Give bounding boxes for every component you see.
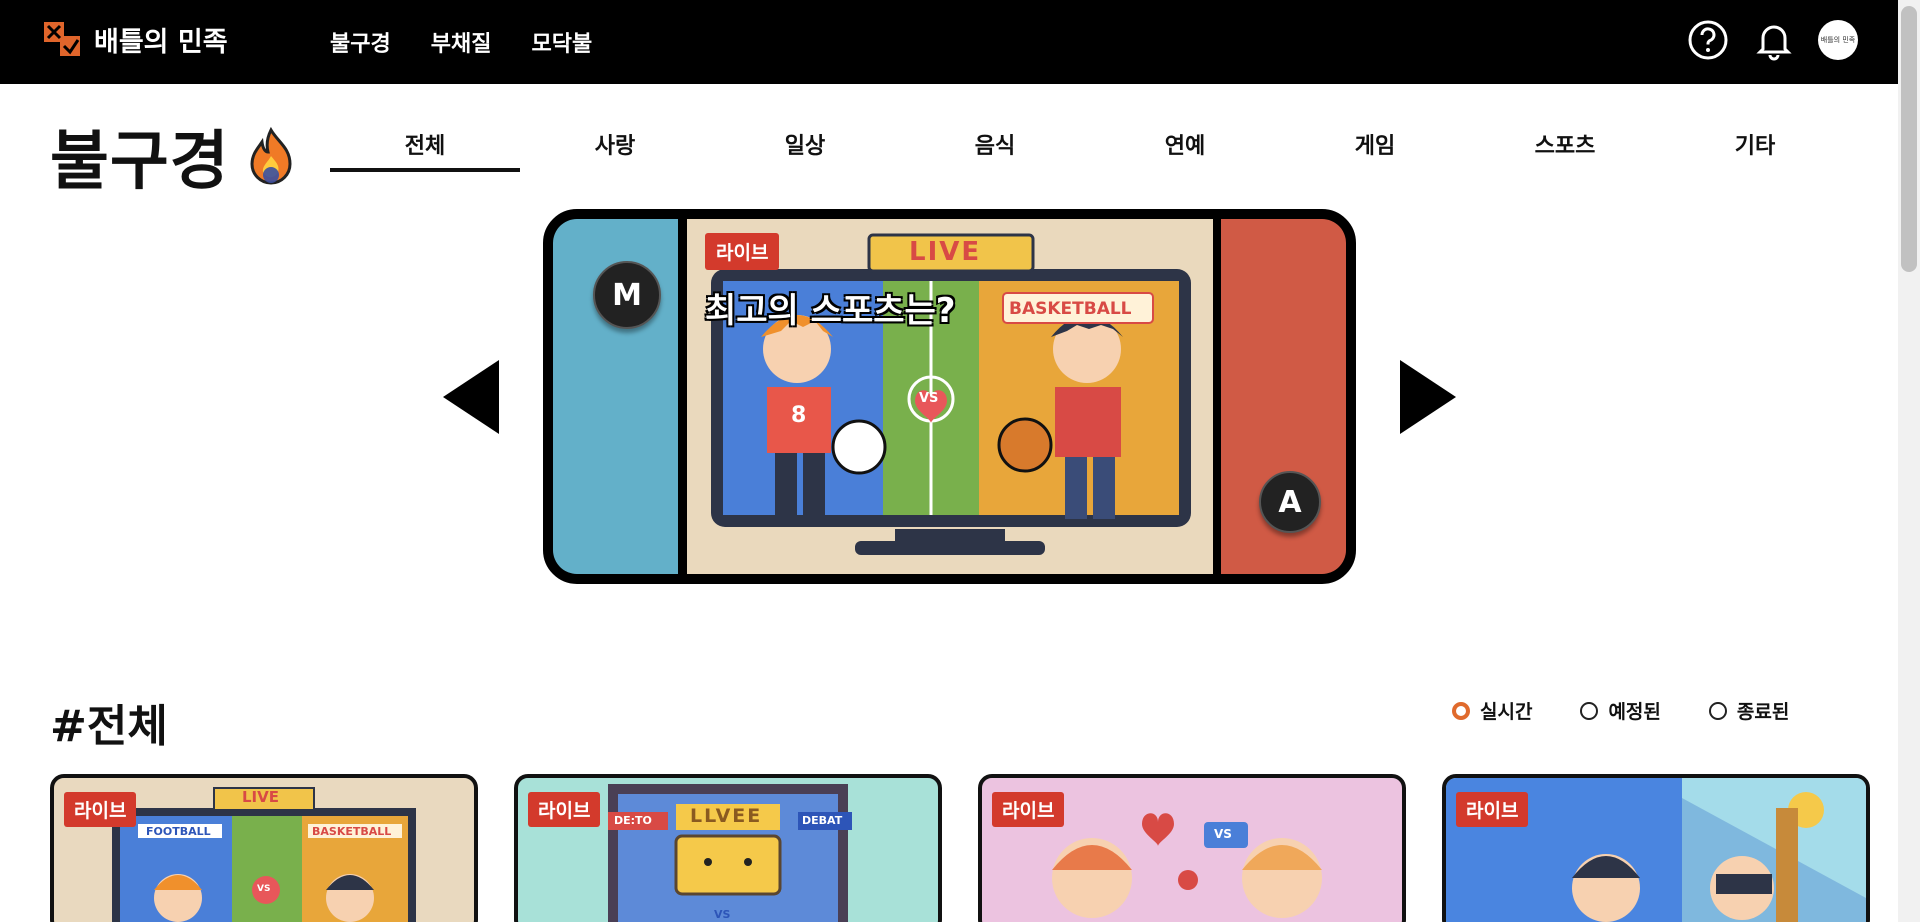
bell-icon[interactable]: [1752, 18, 1796, 62]
tab-love[interactable]: 사랑: [520, 116, 710, 172]
card-live-label: LIVE: [242, 788, 279, 806]
page-title: 불구경: [50, 110, 298, 202]
brand-logo-icon: [42, 18, 84, 60]
card-live-badge: 라이브: [528, 792, 601, 827]
battle-card[interactable]: VS 라이브: [978, 774, 1406, 922]
tab-daily[interactable]: 일상: [710, 116, 900, 172]
card-football-label: FOOTBALL: [146, 825, 211, 838]
tab-sports[interactable]: 스포츠: [1470, 116, 1660, 172]
filter-live[interactable]: 실시간: [1452, 697, 1532, 724]
nav-link-fan[interactable]: 부채질: [431, 26, 492, 58]
avatar[interactable]: 배틀의 민족: [1818, 20, 1858, 60]
battle-card-list: LIVE FOOTBALL BASKETBALL VS 라이브 LLVEE DE…: [50, 774, 1870, 922]
fire-icon: [244, 126, 298, 186]
card-live-badge: 라이브: [992, 792, 1065, 827]
tab-entertainment[interactable]: 연예: [1090, 116, 1280, 172]
filter-scheduled[interactable]: 예정된: [1580, 697, 1661, 724]
battle-card[interactable]: 라이브: [1442, 774, 1870, 922]
nav-link-watch[interactable]: 불구경: [330, 26, 391, 58]
top-nav-bar: 배틀의 민족 불구경 부채질 모닥불 배틀의 민족: [0, 0, 1898, 84]
page-title-text: 불구경: [50, 125, 230, 199]
card-deto-label: DE:TO: [614, 814, 652, 827]
battle-card[interactable]: LLVEE DE:TO DEBAT VS 라이브: [514, 774, 942, 922]
help-icon[interactable]: [1686, 18, 1730, 62]
filter-ended-label: 종료된: [1736, 701, 1790, 723]
card-llvee-label: LLVEE: [690, 805, 763, 827]
card-live-badge: 라이브: [1456, 792, 1529, 827]
radio-scheduled[interactable]: [1580, 701, 1599, 720]
vs-label: VS: [919, 391, 939, 406]
card-vs-label: VS: [1214, 827, 1232, 841]
vote-a-button[interactable]: A: [1259, 471, 1321, 533]
card-live-badge: 라이브: [64, 792, 137, 827]
radio-live[interactable]: [1452, 701, 1470, 720]
page-scrollbar[interactable]: [1898, 0, 1920, 922]
carousel-prev-arrow-icon[interactable]: [443, 360, 499, 434]
basketball-label: BASKETBALL: [1009, 299, 1132, 319]
slide-title: 최고의 스포츠는?: [705, 291, 956, 331]
featured-carousel: M 라이브 LIVE BASKETBALL VS 8 최고의 스포츠는? A: [543, 209, 1356, 584]
card-debat-label: DEBAT: [802, 814, 843, 827]
header-actions: 배틀의 민족: [1686, 18, 1858, 62]
filter-ended[interactable]: 종료된: [1708, 697, 1790, 724]
filter-scheduled-label: 예정된: [1608, 701, 1661, 723]
featured-slide-image[interactable]: 라이브 LIVE BASKETBALL VS 8 최고의 스포츠는?: [687, 219, 1213, 574]
battle-card[interactable]: LIVE FOOTBALL BASKETBALL VS 라이브: [50, 774, 478, 922]
tab-game[interactable]: 게임: [1280, 116, 1470, 172]
brand-name: 배틀의 민족: [94, 26, 228, 58]
radio-ended[interactable]: [1708, 701, 1727, 720]
screen-live-label: LIVE: [909, 237, 982, 267]
filter-live-label: 실시간: [1480, 701, 1533, 723]
card-vs-label: VS: [257, 884, 271, 894]
vote-m-button[interactable]: M: [593, 261, 661, 329]
avatar-label: 배틀의 민족: [1820, 36, 1856, 44]
tab-food[interactable]: 음식: [900, 116, 1090, 172]
main-nav: 불구경 부채질 모닥불: [330, 26, 592, 58]
tab-all[interactable]: 전체: [330, 116, 520, 172]
brand-logo[interactable]: 배틀의 민족: [42, 18, 228, 60]
status-filter: 실시간 예정된 종료된: [1452, 697, 1789, 724]
card-vs-label: VS: [714, 908, 731, 921]
nav-link-campfire[interactable]: 모닥불: [531, 26, 592, 58]
category-tabs: 전체 사랑 일상 음식 연예 게임 스포츠 기타: [330, 116, 1850, 172]
live-badge: 라이브: [705, 233, 780, 270]
tab-etc[interactable]: 기타: [1660, 116, 1850, 172]
carousel-next-arrow-icon[interactable]: [1400, 360, 1456, 434]
section-title: #전체: [50, 701, 168, 752]
featured-illustration: [687, 219, 1213, 574]
jersey-number: 8: [791, 403, 807, 428]
card-basketball-label: BASKETBALL: [312, 825, 392, 838]
scrollbar-thumb[interactable]: [1901, 6, 1917, 272]
